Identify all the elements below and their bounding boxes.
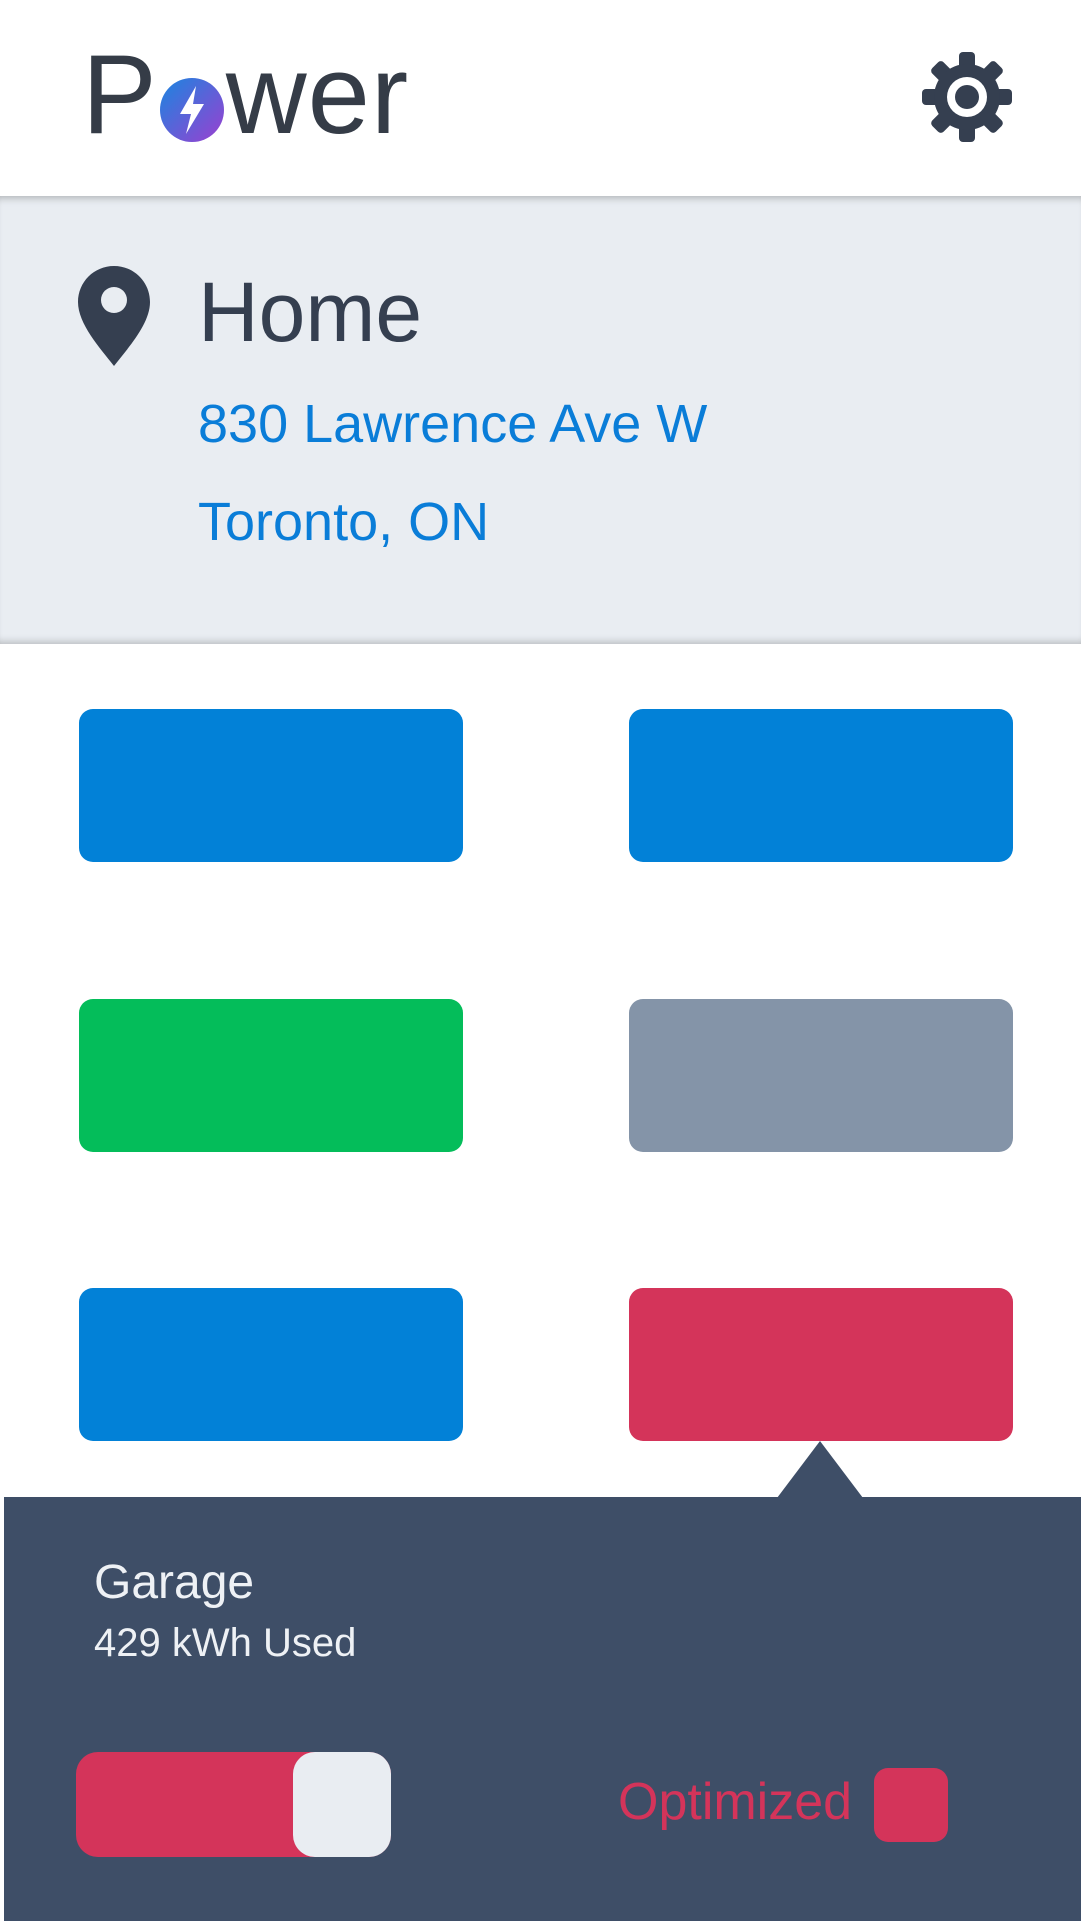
device-tile-3[interactable] bbox=[79, 999, 463, 1152]
device-tile-1[interactable] bbox=[79, 709, 463, 862]
gear-icon[interactable] bbox=[922, 52, 1012, 142]
device-tile-4[interactable] bbox=[629, 999, 1013, 1152]
device-title: Garage bbox=[94, 1556, 255, 1609]
address-line-1[interactable]: 830 Lawrence Ave W bbox=[198, 392, 707, 456]
lightning-bolt-icon bbox=[159, 78, 224, 142]
address-line-2[interactable]: Toronto, ON bbox=[198, 490, 489, 554]
optimized-label: Optimized bbox=[618, 1773, 853, 1831]
power-toggle[interactable] bbox=[76, 1752, 391, 1857]
optimized-checkbox[interactable] bbox=[874, 1768, 948, 1842]
panel-pointer bbox=[777, 1441, 863, 1498]
logo-text-prefix: P bbox=[82, 32, 158, 157]
device-tile-5[interactable] bbox=[79, 1288, 463, 1441]
logo-text-suffix: wer bbox=[225, 32, 410, 157]
toggle-knob[interactable] bbox=[293, 1752, 391, 1857]
device-usage: 429 kWh Used bbox=[94, 1621, 357, 1665]
device-tile-2[interactable] bbox=[629, 709, 1013, 862]
app-logo: P wer bbox=[82, 30, 409, 160]
device-tile-6-selected[interactable] bbox=[629, 1288, 1013, 1441]
location-name: Home bbox=[198, 265, 423, 359]
map-pin-icon bbox=[78, 266, 150, 366]
